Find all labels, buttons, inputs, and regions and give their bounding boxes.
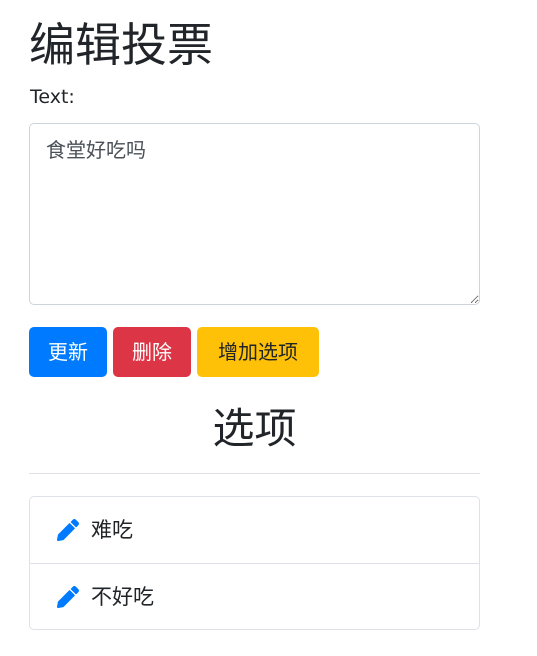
pencil-icon[interactable] <box>57 585 79 608</box>
options-list: 难吃 不好吃 <box>29 496 480 630</box>
list-item[interactable]: 不好吃 <box>30 563 479 629</box>
option-label: 难吃 <box>91 518 133 542</box>
edit-poll-page: 编辑投票 Text: 更新 删除 增加选项 选项 难吃 不好吃 <box>0 0 537 656</box>
list-item[interactable]: 难吃 <box>30 497 479 563</box>
add-option-button[interactable]: 增加选项 <box>197 327 319 377</box>
update-button[interactable]: 更新 <box>29 327 107 377</box>
action-buttons: 更新 删除 增加选项 <box>29 327 319 377</box>
delete-button[interactable]: 删除 <box>113 327 191 377</box>
page-title: 编辑投票 <box>29 18 213 72</box>
section-divider <box>29 473 480 474</box>
poll-text-input[interactable] <box>29 123 480 305</box>
pencil-icon[interactable] <box>57 519 79 541</box>
options-section-title: 选项 <box>212 404 297 453</box>
text-label: Text: <box>30 86 75 108</box>
option-label: 不好吃 <box>91 584 154 609</box>
